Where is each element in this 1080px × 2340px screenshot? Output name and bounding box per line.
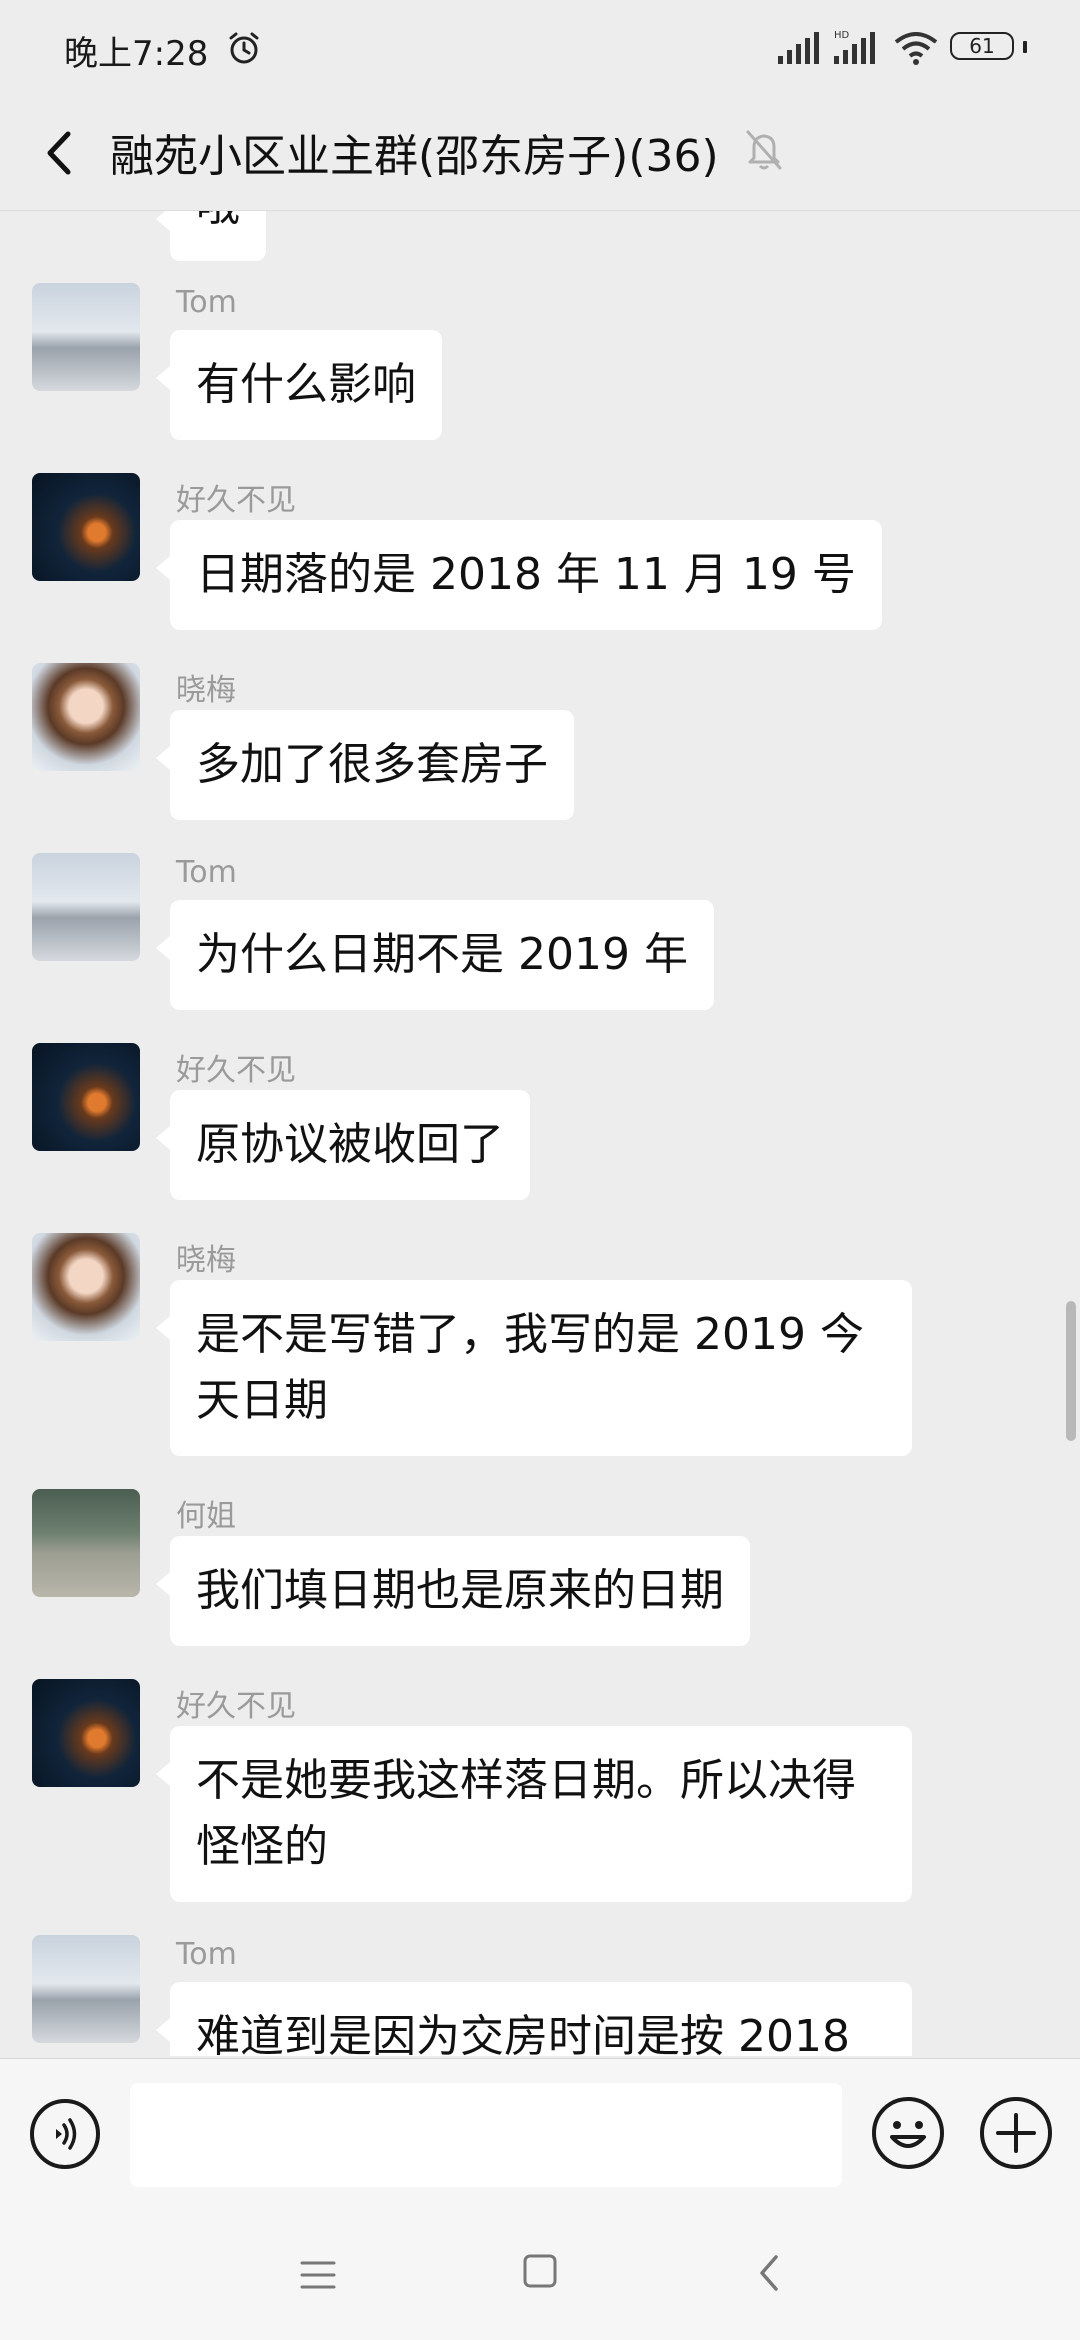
sender-name: Tom	[176, 855, 237, 890]
message-bubble[interactable]: 不是她要我这样落日期。所以决得怪怪的	[156, 1726, 912, 1902]
sender-name: Tom	[176, 285, 237, 320]
more-options-button[interactable]	[978, 2095, 1054, 2171]
home-icon[interactable]	[522, 2253, 558, 2289]
back-button[interactable]	[28, 118, 92, 188]
alarm-icon	[229, 32, 259, 64]
message-bubble[interactable]: 是不是写错了，我写的是 2019 今天日期	[156, 1280, 912, 1456]
sender-name: 好久不见	[176, 1053, 296, 1088]
message-text: 原协议被收回了	[196, 1119, 504, 1170]
avatar[interactable]	[32, 853, 140, 961]
voice-input-button[interactable]	[28, 2097, 102, 2171]
mute-bell-icon	[746, 130, 782, 170]
message-text: 是不是写错了，我写的是 2019 今天日期	[196, 1309, 864, 1426]
wifi-icon	[894, 32, 938, 65]
avatar[interactable]	[32, 1233, 140, 1341]
message-bubble[interactable]: 日期落的是 2018 年 11 月 19 号	[156, 520, 882, 630]
avatar[interactable]	[32, 663, 140, 771]
chat-header: 融苑小区业主群(邵东房子)(36)	[0, 96, 1080, 211]
message-input[interactable]	[130, 2083, 842, 2187]
sender-name: Tom	[176, 1937, 237, 1972]
status-time: 晚上7:28	[64, 34, 209, 74]
message-bubble-partial[interactable]: 哦	[156, 211, 266, 261]
chat-message-list[interactable]: 哦 Tom 有什么影响 好久不见 日期落的是 2018 年 11 月 19 号 …	[0, 211, 1080, 2056]
chat-title[interactable]: 融苑小区业主群(邵东房子)(36)	[110, 120, 719, 184]
message-bubble[interactable]: 难道到是因为交房时间是按 2018 年	[156, 1982, 912, 2056]
message-text: 有什么影响	[196, 359, 416, 410]
message-text: 哦	[196, 211, 240, 231]
recent-apps-icon[interactable]	[300, 2255, 336, 2295]
sender-name: 晓梅	[176, 673, 236, 708]
message-text: 难道到是因为交房时间是按 2018 年	[196, 2011, 850, 2056]
message-text: 我们填日期也是原来的日期	[196, 1565, 724, 1616]
message-bubble[interactable]: 我们填日期也是原来的日期	[156, 1536, 750, 1646]
battery-level: 61	[950, 32, 1014, 60]
avatar[interactable]	[32, 1489, 140, 1597]
emoji-button[interactable]	[870, 2095, 946, 2171]
message-bubble[interactable]: 多加了很多套房子	[156, 710, 574, 820]
system-navigation-bar	[0, 2211, 1080, 2340]
message-text: 不是她要我这样落日期。所以决得怪怪的	[196, 1755, 856, 1872]
message-bubble[interactable]: 原协议被收回了	[156, 1090, 530, 1200]
avatar[interactable]	[32, 1935, 140, 2043]
sender-name: 何姐	[176, 1499, 236, 1534]
avatar[interactable]	[32, 1679, 140, 1787]
sender-name: 好久不见	[176, 483, 296, 518]
status-bar: 晚上7:28 HD 61	[0, 0, 1080, 96]
sender-name: 晓梅	[176, 1243, 236, 1278]
hd-signal-icon: HD	[834, 30, 875, 64]
signal-icon	[778, 32, 819, 64]
scrollbar[interactable]	[1066, 1301, 1076, 1441]
system-back-icon[interactable]	[754, 2251, 784, 2295]
message-text: 为什么日期不是 2019 年	[196, 929, 688, 980]
message-text: 日期落的是 2018 年 11 月 19 号	[196, 549, 856, 600]
avatar[interactable]	[32, 1043, 140, 1151]
battery-icon: 61	[950, 32, 1027, 62]
sender-name: 好久不见	[176, 1689, 296, 1724]
avatar[interactable]	[32, 473, 140, 581]
message-bubble[interactable]: 为什么日期不是 2019 年	[156, 900, 714, 1010]
input-bar	[0, 2058, 1080, 2211]
avatar[interactable]	[32, 283, 140, 391]
svg-text:HD: HD	[834, 30, 850, 41]
message-text: 多加了很多套房子	[196, 739, 548, 790]
message-bubble[interactable]: 有什么影响	[156, 330, 442, 440]
